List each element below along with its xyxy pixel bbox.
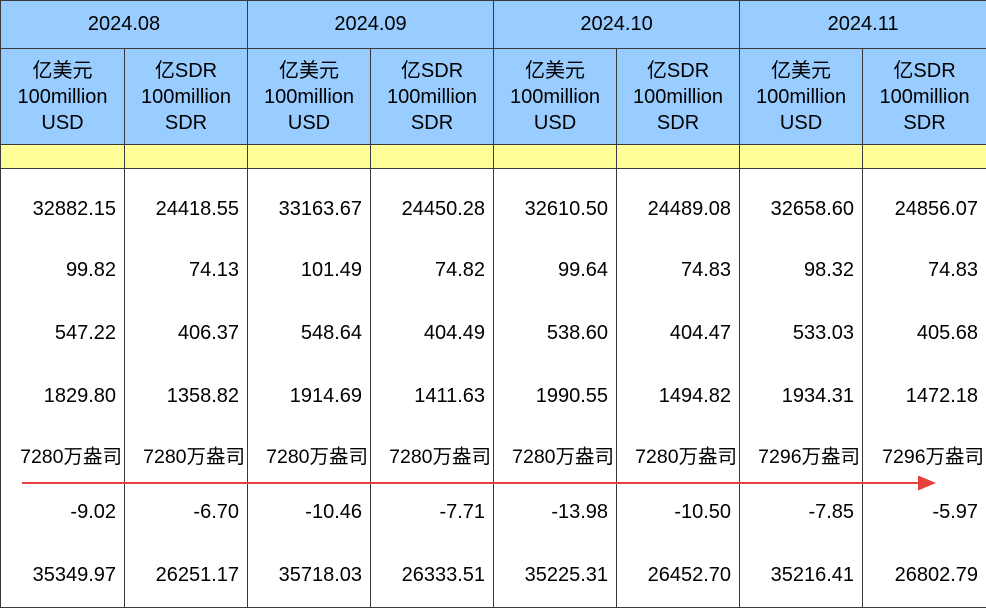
- table-cell: 1472.18: [862, 365, 986, 428]
- unit-header-sdr: 亿SDR 100million SDR: [862, 48, 986, 145]
- table-cell: 404.47: [616, 302, 741, 365]
- month-header: 2024.11: [739, 0, 986, 49]
- table-cell: -5.97: [862, 481, 986, 544]
- table-body: 32882.15 24418.55 33163.67 24450.28 32610.50…: [0, 168, 986, 608]
- table-cell: -7.71: [370, 481, 495, 544]
- table-cell: -10.50: [616, 481, 741, 544]
- month-header: 2024.09: [247, 0, 495, 49]
- table-cell: 101.49: [247, 239, 372, 302]
- table-cell: -7.85: [739, 481, 864, 544]
- table-cell: 1411.63: [370, 365, 495, 428]
- table-cell: 1829.80: [0, 365, 125, 428]
- table-cell: 7280万盎司: [493, 428, 618, 481]
- table-cell: 35216.41: [739, 544, 864, 608]
- table-cell: 24489.08: [616, 179, 741, 239]
- reserves-table: 2024.08 2024.09 2024.10 2024.11 亿美元 100mi…: [0, 0, 986, 608]
- table-cell: 74.13: [123, 239, 249, 302]
- table-cell: 35225.31: [493, 544, 618, 608]
- month-header: 2024.08: [0, 0, 249, 49]
- highlight-strip: [0, 144, 986, 169]
- unit-header-row: 亿美元 100million USD 亿SDR 100million SDR 亿美元 10…: [0, 48, 986, 145]
- table-cell: 1934.31: [739, 365, 864, 428]
- table-row: 547.22 406.37 548.64 404.49 538.60 404.47 533.…: [0, 302, 986, 365]
- table-cell: 24450.28: [370, 179, 495, 239]
- table-row: 7280万盎司 7280万盎司 7280万盎司 7280万盎司 7280万盎司 7280万…: [0, 428, 986, 481]
- table-cell: 35718.03: [247, 544, 372, 608]
- table-cell: 98.32: [739, 239, 864, 302]
- table-cell: 7296万盎司: [739, 428, 864, 481]
- table-row: 1829.80 1358.82 1914.69 1411.63 1990.55 1494.…: [0, 365, 986, 428]
- table-cell: 7280万盎司: [370, 428, 495, 481]
- table-cell: 26333.51: [370, 544, 495, 608]
- month-header-row: 2024.08 2024.09 2024.10 2024.11: [0, 0, 986, 49]
- table-cell: 1914.69: [247, 365, 372, 428]
- table-cell: 26452.70: [616, 544, 741, 608]
- table-row: -9.02 -6.70 -10.46 -7.71 -13.98 -10.50 -7.85 -5…: [0, 481, 986, 544]
- table-cell: 405.68: [862, 302, 986, 365]
- table-cell: 548.64: [247, 302, 372, 365]
- table-cell: 7280万盎司: [0, 428, 125, 481]
- table-cell: 24418.55: [123, 179, 249, 239]
- table-cell: 547.22: [0, 302, 125, 365]
- table-cell: 32882.15: [0, 179, 125, 239]
- table-cell: 538.60: [493, 302, 618, 365]
- unit-header-usd: 亿美元 100million USD: [0, 48, 125, 145]
- table-cell: 74.83: [862, 239, 986, 302]
- table-cell: 533.03: [739, 302, 864, 365]
- table-cell: 24856.07: [862, 179, 986, 239]
- table-cell: 26251.17: [123, 544, 249, 608]
- table-cell: 7296万盎司: [862, 428, 986, 481]
- unit-header-sdr: 亿SDR 100million SDR: [370, 48, 495, 145]
- table-row: 99.82 74.13 101.49 74.82 99.64 74.83 98.32 74.8…: [0, 239, 986, 302]
- table-cell: 32658.60: [739, 179, 864, 239]
- table-row: 35349.97 26251.17 35718.03 26333.51 35225.31…: [0, 544, 986, 608]
- table-cell: -13.98: [493, 481, 618, 544]
- table-cell: 99.82: [0, 239, 125, 302]
- table-cell: 7280万盎司: [247, 428, 372, 481]
- table-cell: 35349.97: [0, 544, 125, 608]
- spacer-row: [0, 168, 986, 179]
- unit-header-usd: 亿美元 100million USD: [247, 48, 372, 145]
- table-cell: 26802.79: [862, 544, 986, 608]
- table-cell: -9.02: [0, 481, 125, 544]
- unit-header-sdr: 亿SDR 100million SDR: [616, 48, 741, 145]
- table-cell: -6.70: [123, 481, 249, 544]
- table-cell: 74.82: [370, 239, 495, 302]
- table-cell: 32610.50: [493, 179, 618, 239]
- table-cell: -10.46: [247, 481, 372, 544]
- table-cell: 1358.82: [123, 365, 249, 428]
- table-cell: 74.83: [616, 239, 741, 302]
- unit-header-usd: 亿美元 100million USD: [739, 48, 864, 145]
- table-row: 32882.15 24418.55 33163.67 24450.28 32610.50…: [0, 179, 986, 239]
- table-cell: 1990.55: [493, 365, 618, 428]
- month-header: 2024.10: [493, 0, 741, 49]
- table-cell: 7280万盎司: [616, 428, 741, 481]
- unit-header-usd: 亿美元 100million USD: [493, 48, 618, 145]
- table-cell: 33163.67: [247, 179, 372, 239]
- table-cell: 404.49: [370, 302, 495, 365]
- table-cell: 1494.82: [616, 365, 741, 428]
- table-cell: 406.37: [123, 302, 249, 365]
- table-cell: 7280万盎司: [123, 428, 249, 481]
- table-cell: 99.64: [493, 239, 618, 302]
- unit-header-sdr: 亿SDR 100million SDR: [123, 48, 249, 145]
